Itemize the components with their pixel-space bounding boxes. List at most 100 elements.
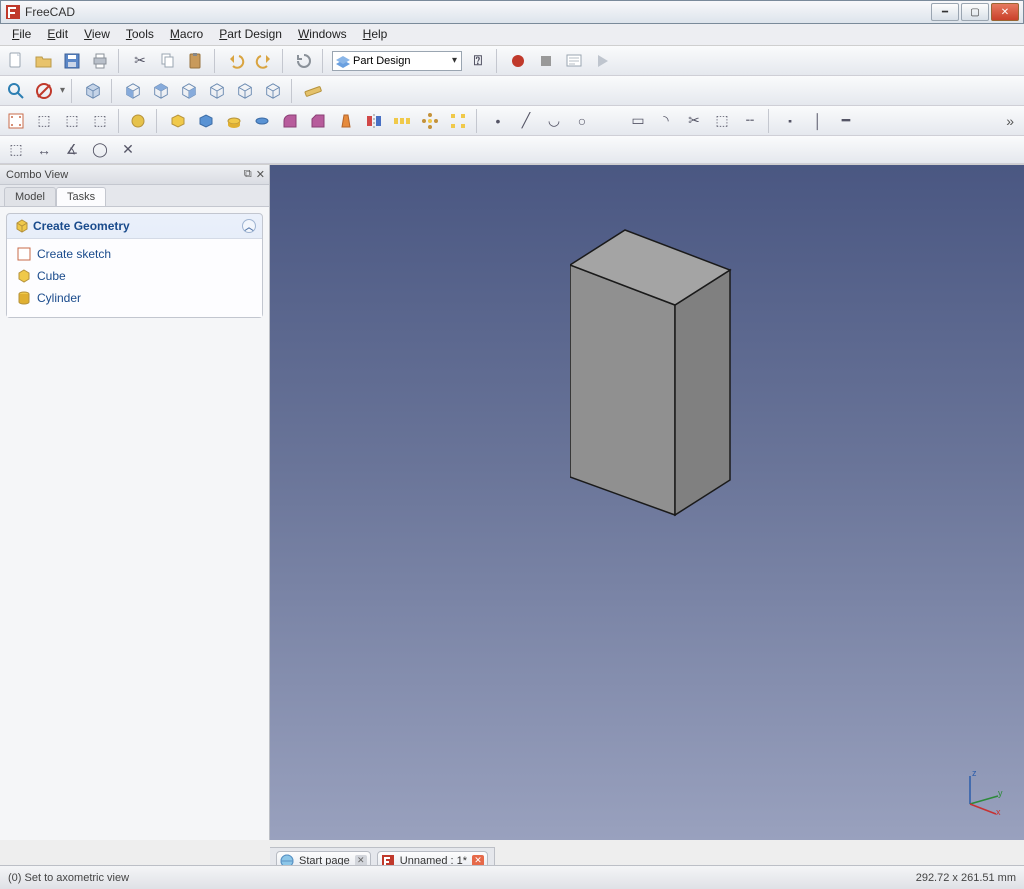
- chamfer-button[interactable]: [306, 109, 330, 133]
- draft-button[interactable]: [334, 109, 358, 133]
- cylinder-primitive-icon: [17, 291, 31, 305]
- constraint-horizontal[interactable]: ━: [834, 109, 858, 133]
- constraint-distance[interactable]: ↔: [32, 138, 56, 162]
- view-left-button[interactable]: [261, 79, 285, 103]
- multitransform-button[interactable]: [446, 109, 470, 133]
- measure-button[interactable]: [301, 79, 325, 103]
- record-macro-button[interactable]: [506, 49, 530, 73]
- fillet-button[interactable]: [278, 109, 302, 133]
- polar-pattern-button[interactable]: [418, 109, 442, 133]
- sketch-rect-button[interactable]: ▭: [626, 109, 650, 133]
- cube-icon: [15, 219, 29, 233]
- workbench-icon: [335, 53, 351, 69]
- undo-button[interactable]: [224, 49, 248, 73]
- workbench-selector[interactable]: Part Design ▾: [332, 51, 462, 71]
- pad-button[interactable]: [166, 109, 190, 133]
- menu-edit[interactable]: Edit: [39, 24, 76, 45]
- menu-bar: File Edit View Tools Macro Part Design W…: [0, 24, 1024, 46]
- constraint-radius[interactable]: ◯: [88, 138, 112, 162]
- mirror-button[interactable]: [362, 109, 386, 133]
- refresh-button[interactable]: [292, 49, 316, 73]
- task-group-create-geometry: Create Geometry ︿ Create sketch Cube Cyl…: [6, 213, 263, 318]
- menu-macro[interactable]: Macro: [162, 24, 211, 45]
- new-sketch-button[interactable]: [4, 109, 28, 133]
- menu-file[interactable]: File: [4, 24, 39, 45]
- sketch-external-button[interactable]: ⬚: [710, 109, 734, 133]
- show-toggle-button[interactable]: [126, 109, 150, 133]
- collapse-icon[interactable]: ︿: [242, 219, 256, 233]
- paste-button[interactable]: [184, 49, 208, 73]
- axis-triad: z y x: [958, 766, 1008, 816]
- sketch-construct-button[interactable]: ╌: [738, 109, 762, 133]
- constraint-angle[interactable]: ∡: [60, 138, 84, 162]
- leave-sketch-button[interactable]: ⬚: [60, 109, 84, 133]
- sketch-line-button[interactable]: ╱: [514, 109, 538, 133]
- copy-button[interactable]: [156, 49, 180, 73]
- panel-header: Combo View ⧉ ✕: [0, 165, 269, 185]
- zoom-fit-button[interactable]: [4, 79, 28, 103]
- groove-button[interactable]: [250, 109, 274, 133]
- constraint-point-on-line[interactable]: │: [806, 109, 830, 133]
- panel-pin-icon[interactable]: ⧉: [244, 168, 252, 181]
- window-titlebar: FreeCAD ━ ▢ ✕: [0, 0, 1024, 24]
- draw-style-button[interactable]: [32, 79, 56, 103]
- tab-tasks[interactable]: Tasks: [56, 187, 106, 206]
- cube-primitive-icon: [17, 269, 31, 283]
- revolve-button[interactable]: [222, 109, 246, 133]
- edit-sketch-button[interactable]: ⬚: [32, 109, 56, 133]
- menu-tools[interactable]: Tools: [118, 24, 162, 45]
- menu-windows[interactable]: Windows: [290, 24, 355, 45]
- app-logo-icon: [5, 4, 21, 20]
- stop-macro-button[interactable]: [534, 49, 558, 73]
- menu-view[interactable]: View: [76, 24, 118, 45]
- linear-pattern-button[interactable]: [390, 109, 414, 133]
- view-axo-button[interactable]: [81, 79, 105, 103]
- sketch-trim-button[interactable]: ✂: [682, 109, 706, 133]
- save-button[interactable]: [60, 49, 84, 73]
- map-sketch-button[interactable]: ⬚: [88, 109, 112, 133]
- sketch-polyline-button[interactable]: ΁: [598, 109, 622, 133]
- view-rear-button[interactable]: [205, 79, 229, 103]
- whats-this-button[interactable]: ⍰: [466, 49, 490, 73]
- panel-close-icon[interactable]: ✕: [256, 168, 265, 181]
- constraint-delete[interactable]: ✕: [116, 138, 140, 162]
- close-button[interactable]: ✕: [991, 3, 1019, 21]
- sketch-circle-button[interactable]: ○: [570, 109, 594, 133]
- maximize-button[interactable]: ▢: [961, 3, 989, 21]
- combo-tabs: Model Tasks: [0, 185, 269, 207]
- task-panel: Create Geometry ︿ Create sketch Cube Cyl…: [0, 207, 269, 840]
- sketch-arc-button[interactable]: ◡: [542, 109, 566, 133]
- constraint-coincident[interactable]: ⬝: [778, 109, 802, 133]
- new-button[interactable]: [4, 49, 28, 73]
- macro-dialog-button[interactable]: [562, 49, 586, 73]
- workbench-selected-label: Part Design: [353, 55, 410, 67]
- open-button[interactable]: [32, 49, 56, 73]
- svg-text:y: y: [998, 788, 1003, 798]
- 3d-viewport[interactable]: z y x: [270, 165, 1024, 840]
- print-button[interactable]: [88, 49, 112, 73]
- run-macro-button[interactable]: [590, 49, 614, 73]
- status-bar: (0) Set to axometric view 292.72 x 261.5…: [0, 865, 1024, 889]
- toolbar-constraints: ⬚ ↔ ∡ ◯ ✕: [0, 136, 1024, 164]
- sketch-point-button[interactable]: •: [486, 109, 510, 133]
- menu-part-design[interactable]: Part Design: [211, 24, 290, 45]
- view-right-button[interactable]: [177, 79, 201, 103]
- toolbar-overflow[interactable]: »: [1006, 113, 1020, 129]
- view-bottom-button[interactable]: [233, 79, 257, 103]
- redo-button[interactable]: [252, 49, 276, 73]
- view-top-button[interactable]: [149, 79, 173, 103]
- constraint-lock[interactable]: ⬚: [4, 138, 28, 162]
- minimize-button[interactable]: ━: [931, 3, 959, 21]
- task-cube[interactable]: Cube: [15, 265, 254, 287]
- view-front-button[interactable]: [121, 79, 145, 103]
- tab-model[interactable]: Model: [4, 187, 56, 206]
- task-create-sketch[interactable]: Create sketch: [15, 243, 254, 265]
- sketch-fillet-button[interactable]: ◝: [654, 109, 678, 133]
- toolbar-part: ⬚ ⬚ ⬚ • ╱ ◡ ○ ΁ ▭ ◝ ✂ ⬚ ╌ ⬝ │ ━ »: [0, 106, 1024, 136]
- pocket-button[interactable]: [194, 109, 218, 133]
- cut-button[interactable]: ✂: [128, 49, 152, 73]
- window-title: FreeCAD: [25, 5, 1019, 19]
- task-cylinder[interactable]: Cylinder: [15, 287, 254, 309]
- menu-help[interactable]: Help: [355, 24, 396, 45]
- chevron-down-icon: ▾: [452, 55, 457, 66]
